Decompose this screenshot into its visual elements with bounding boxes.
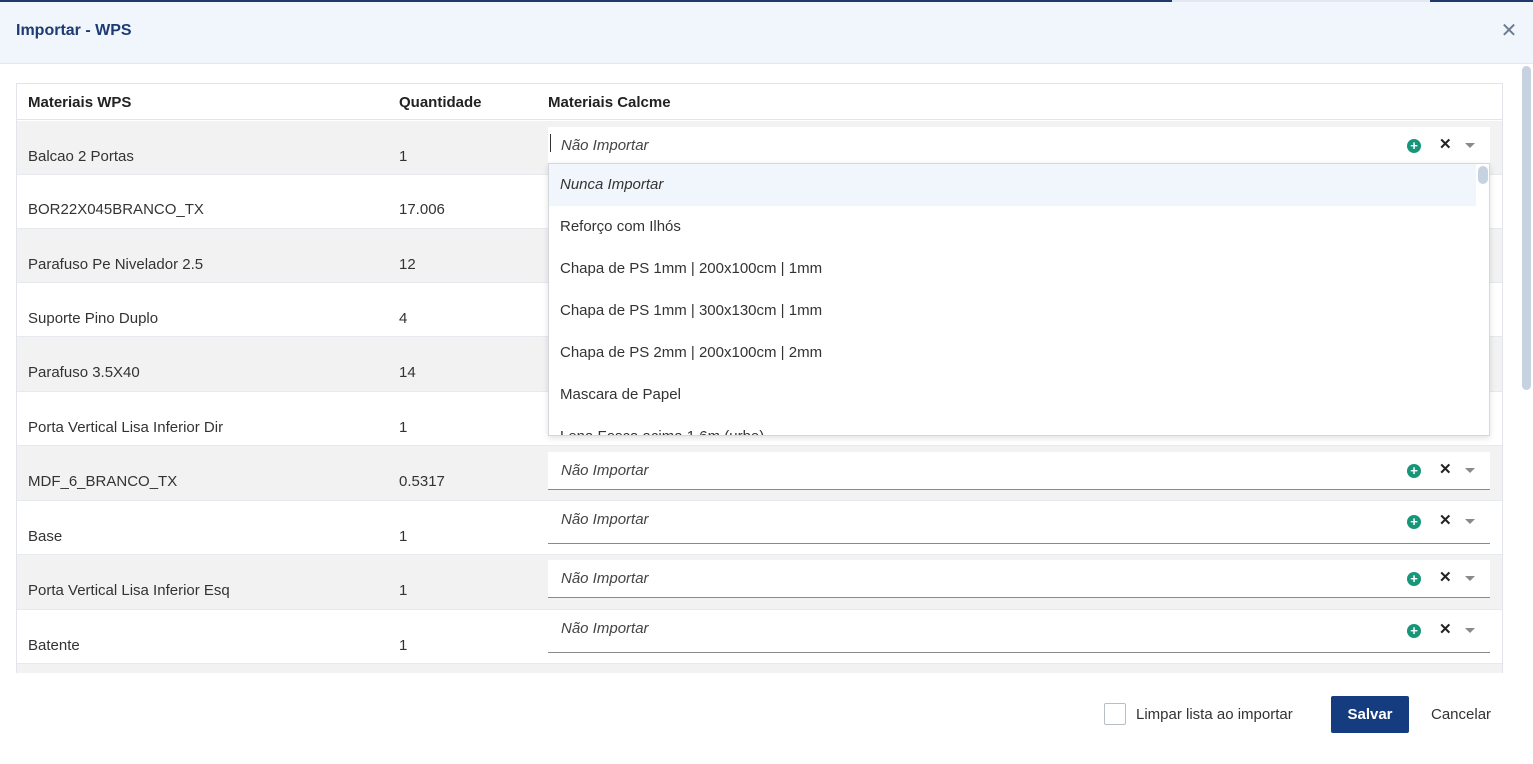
material-select[interactable]: Não Importar + ✕ [548,452,1490,490]
row-material-name: BOR22X045BRANCO_TX [28,201,204,218]
material-select[interactable]: Não Importar + ✕ [548,501,1490,544]
dropdown-option[interactable]: Chapa de PS 1mm | 200x100cm | 1mm [549,248,1476,290]
cancel-button[interactable]: Cancelar [1431,706,1491,723]
row-material-name: Base [28,528,63,545]
row-quantity: 1 [399,528,408,545]
clear-icon[interactable]: ✕ [1439,620,1452,638]
dropdown-option[interactable]: Lona Fosca acima 1,6m (urbe) [549,416,1476,435]
dialog-header: Importar - WPS ✕ [0,2,1533,64]
row-material-name: Porta Vertical Lisa Inferior Esq [28,582,230,599]
table-row: Porta Vertical Lisa Inferior Esq 1 Não I… [17,555,1502,610]
dropdown-option[interactable]: Nunca Importar [549,164,1476,206]
header-materials-calcme: Materiais Calcme [548,94,671,111]
dialog-scrollbar-thumb[interactable] [1522,66,1531,390]
chevron-down-icon[interactable] [1465,143,1475,148]
row-material-name: Parafuso Pe Nivelador 2.5 [28,256,204,273]
material-select[interactable]: Não Importar + ✕ [548,127,1490,165]
row-material-name: Parafuso 3.5X40 [28,364,140,381]
row-quantity: 4 [399,310,408,327]
text-cursor [550,134,551,152]
row-quantity: 1 [399,419,408,436]
chevron-down-icon[interactable] [1465,576,1475,581]
add-icon[interactable]: + [1407,624,1421,638]
row-quantity: 14 [399,364,416,381]
chevron-down-icon[interactable] [1465,519,1475,524]
material-select[interactable]: Não Importar + ✕ [548,610,1490,653]
select-value: Não Importar [561,137,649,154]
clear-list-label[interactable]: Limpar lista ao importar [1136,706,1293,723]
row-material-name: Suporte Pino Duplo [28,310,159,327]
select-value: Não Importar [561,620,649,637]
dropdown-scrollbar-track[interactable] [1476,164,1489,435]
material-select[interactable]: Não Importar + ✕ [548,560,1490,598]
chevron-down-icon[interactable] [1465,468,1475,473]
clear-list-checkbox[interactable] [1104,703,1126,725]
dropdown-scrollbar-thumb[interactable] [1478,166,1488,184]
save-button[interactable]: Salvar [1331,696,1409,733]
row-quantity: 1 [399,148,408,165]
add-icon[interactable]: + [1407,139,1421,153]
select-value: Não Importar [561,511,649,528]
row-quantity: 12 [399,256,416,273]
row-quantity: 0.5317 [399,473,445,490]
table-row: Batente 1 Não Importar + ✕ [17,610,1502,664]
add-icon[interactable]: + [1407,464,1421,478]
add-icon[interactable]: + [1407,515,1421,529]
table-row: Base 1 Não Importar + ✕ [17,501,1502,555]
row-material-name: Batente [28,637,80,654]
clear-icon[interactable]: ✕ [1439,460,1452,478]
select-value: Não Importar [561,462,649,479]
chevron-down-icon[interactable] [1465,628,1475,633]
clear-icon[interactable]: ✕ [1439,511,1452,529]
dropdown-option[interactable]: Mascara de Papel [549,374,1476,416]
row-quantity: 17.006 [399,201,445,218]
row-quantity: 1 [399,637,408,654]
select-value: Não Importar [561,570,649,587]
table-row [17,664,1502,673]
table-row: MDF_6_BRANCO_TX 0.5317 Não Importar + ✕ [17,446,1502,501]
dropdown-option[interactable]: Reforço com Ilhós [549,206,1476,248]
row-material-name: Balcao 2 Portas [28,148,134,165]
header-materials-wps: Materiais WPS [28,94,132,111]
clear-icon[interactable]: ✕ [1439,135,1452,153]
dropdown-option[interactable]: Chapa de PS 2mm | 200x100cm | 2mm [549,332,1476,374]
row-quantity: 1 [399,582,408,599]
add-icon[interactable]: + [1407,572,1421,586]
material-dropdown: Nunca Importar Reforço com Ilhós Chapa d… [548,163,1490,436]
clear-icon[interactable]: ✕ [1439,568,1452,586]
table-header: Materiais WPS Quantidade Materiais Calcm… [17,84,1502,120]
row-material-name: MDF_6_BRANCO_TX [28,473,178,490]
row-material-name: Porta Vertical Lisa Inferior Dir [28,419,224,436]
dialog-title: Importar - WPS [16,22,132,39]
close-icon[interactable]: ✕ [1498,20,1520,42]
dropdown-option[interactable]: Chapa de PS 1mm | 300x130cm | 1mm [549,290,1476,332]
header-quantity: Quantidade [399,94,482,111]
